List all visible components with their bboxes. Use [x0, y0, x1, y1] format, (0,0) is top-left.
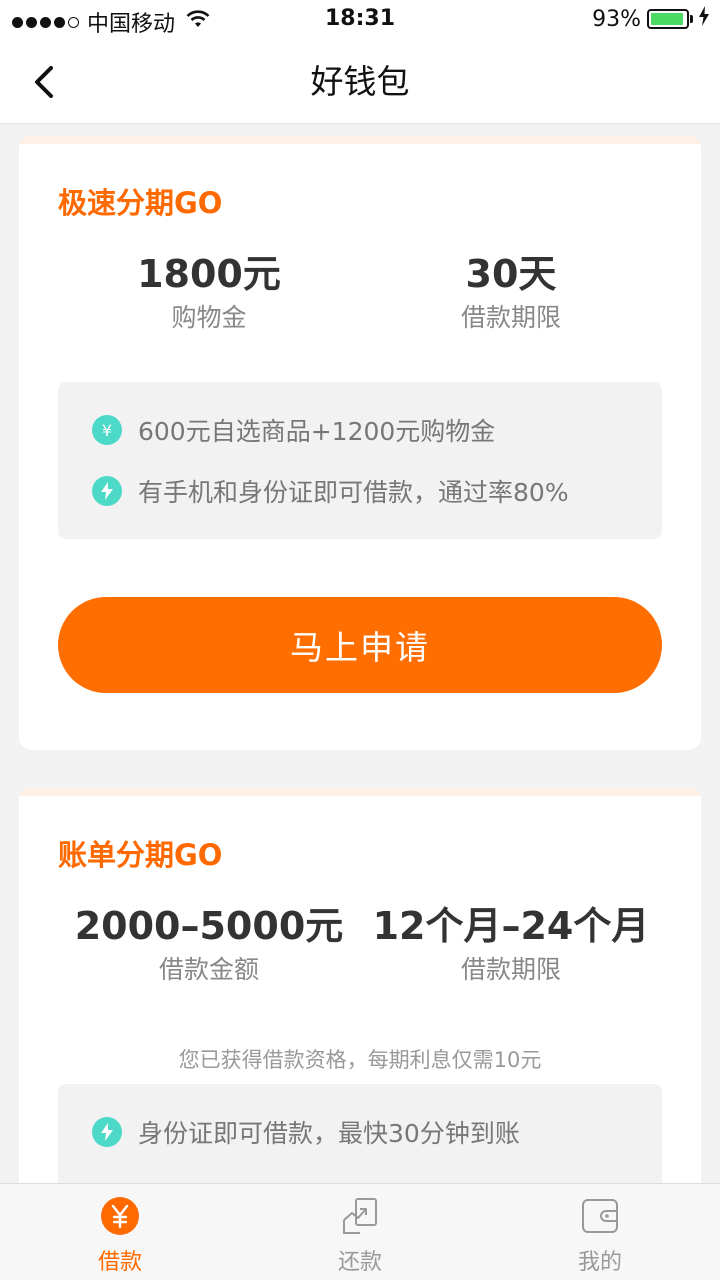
stat-value: 1800元 — [137, 252, 281, 296]
stat-label: 借款期限 — [460, 303, 561, 332]
stat-amount: 2000–5000元 借款金额 — [59, 902, 359, 990]
battery-icon — [647, 9, 689, 29]
feature-item: ¥ 600元自选商品+1200元购物金 — [92, 410, 495, 450]
tab-label: 我的 — [577, 1250, 622, 1275]
tab-label: 还款 — [337, 1250, 382, 1275]
card-title: 账单分期GO — [58, 838, 223, 872]
tab-mine[interactable]: 我的 — [480, 1184, 720, 1280]
stat-value: 30天 — [465, 252, 557, 296]
charging-bolt-icon — [698, 6, 710, 32]
page-title: 好钱包 — [310, 62, 410, 101]
feature-list: ¥ 600元自选商品+1200元购物金 有手机和身份证即可借款，通过率80% — [58, 382, 662, 539]
feature-text: 600元自选商品+1200元购物金 — [138, 417, 496, 446]
card-title: 极速分期GO — [58, 186, 223, 220]
battery-fill — [651, 13, 683, 25]
stat-label: 借款期限 — [460, 955, 561, 984]
card-top-accent — [19, 788, 701, 796]
battery-tip — [690, 15, 693, 23]
stat-amount: 1800元 购物金 — [59, 250, 359, 338]
feature-item: 有手机和身份证即可借款，通过率80% — [92, 471, 569, 511]
stat-value: 2000–5000元 — [74, 904, 344, 948]
tab-label: 借款 — [97, 1250, 142, 1275]
status-right: 93% — [592, 6, 710, 32]
lightning-icon — [92, 1117, 122, 1147]
stat-term: 12个月–24个月 借款期限 — [361, 902, 661, 990]
yuan-circle-icon — [100, 1196, 140, 1236]
tab-repay[interactable]: 还款 — [240, 1184, 480, 1280]
stat-label: 借款金额 — [158, 955, 259, 984]
wallet-icon — [580, 1196, 620, 1236]
yuan-icon: ¥ — [92, 415, 122, 445]
eligibility-note: 您已获得借款资格，每期利息仅需10元 — [178, 1048, 542, 1072]
feature-text: 有手机和身份证即可借款，通过率80% — [138, 478, 569, 507]
feature-text: 身份证即可借款，最快30分钟到账 — [138, 1119, 520, 1148]
status-bar: 中国移动 18:31 93% — [0, 0, 720, 40]
tab-borrow[interactable]: 借款 — [0, 1184, 240, 1280]
battery-percent: 93% — [592, 6, 641, 32]
navigation-bar: 好钱包 — [0, 40, 720, 124]
stat-label: 购物金 — [171, 303, 247, 332]
stat-value: 12个月–24个月 — [372, 904, 650, 948]
installment-card-fast: 极速分期GO 1800元 购物金 30天 借款期限 ¥ 600元自选商品+120… — [19, 136, 701, 750]
lightning-icon — [92, 476, 122, 506]
repay-icon — [340, 1196, 380, 1236]
apply-now-button[interactable]: 马上申请 — [58, 597, 662, 693]
feature-item: 身份证即可借款，最快30分钟到账 — [92, 1112, 520, 1152]
stat-term: 30天 借款期限 — [361, 250, 661, 338]
installment-card-bill: 账单分期GO 2000–5000元 借款金额 12个月–24个月 借款期限 您已… — [19, 788, 701, 1208]
tab-bar: 借款 还款 我的 — [0, 1183, 720, 1280]
card-top-accent — [19, 136, 701, 144]
